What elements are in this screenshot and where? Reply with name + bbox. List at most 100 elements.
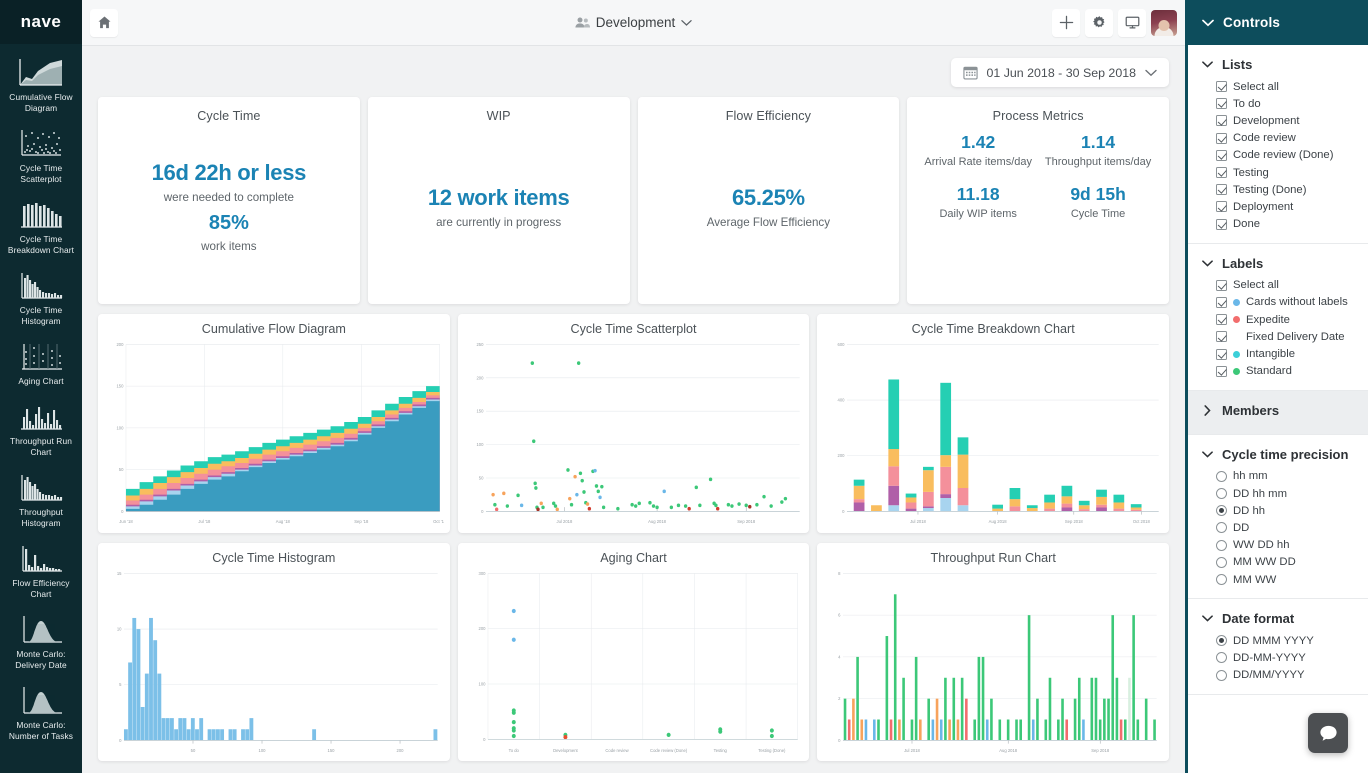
user-avatar[interactable]: [1151, 9, 1177, 36]
sidebar-item-aging-chart[interactable]: Aging Chart: [0, 334, 82, 394]
display-button[interactable]: [1118, 8, 1146, 37]
controls-section-header-cycle-time-precision[interactable]: Cycle time precision: [1188, 447, 1368, 468]
control-option-label: Intangible: [1246, 348, 1295, 361]
controls-section-header-labels[interactable]: Labels: [1188, 256, 1368, 277]
control-option[interactable]: Fixed Delivery Date: [1216, 328, 1368, 345]
checkbox-cards-without-labels[interactable]: [1216, 296, 1227, 308]
control-option[interactable]: Code review (Done): [1216, 147, 1368, 164]
control-option[interactable]: WW DD hh: [1216, 537, 1368, 554]
control-option[interactable]: Code review: [1216, 130, 1368, 147]
sidebar-item-cycle-time-histogram[interactable]: Cycle Time Histogram: [0, 263, 82, 334]
radio-dd[interactable]: [1216, 522, 1227, 534]
app-root: nave Cumulative Flow Diagram Cycle Time …: [0, 0, 1368, 773]
chart-card-cumulative-flow-diagram[interactable]: Cumulative Flow Diagram 0 50 100 150 200 Jun …: [98, 314, 450, 533]
radio-hh-mm[interactable]: [1216, 470, 1227, 482]
sidebar-item-monte-carlo-delivery-date[interactable]: Monte Carlo: Delivery Date: [0, 607, 82, 678]
bell-curve-icon: [23, 687, 62, 714]
control-option[interactable]: MM WW DD: [1216, 554, 1368, 571]
radio-dd-hh[interactable]: [1216, 505, 1227, 517]
chart-card-aging-chart[interactable]: Aging Chart 0 100 200 300 To do Development Co…: [457, 542, 810, 761]
board-selector[interactable]: Development: [514, 15, 754, 30]
sidebar-item-monte-carlo-number-of-tasks[interactable]: Monte Carlo: Number of Tasks: [0, 678, 82, 749]
radio-dd-mmm-yyyy[interactable]: [1216, 635, 1227, 647]
radio-mm-ww[interactable]: [1216, 574, 1227, 586]
add-button[interactable]: [1052, 8, 1080, 37]
checkbox-select-all[interactable]: [1216, 279, 1227, 291]
control-option[interactable]: hh mm: [1216, 468, 1368, 485]
radio-dd-mm-yyyy[interactable]: [1216, 652, 1227, 664]
checkbox-done[interactable]: [1216, 218, 1227, 230]
chart-card-throughput-run-chart[interactable]: Throughput Run Chart 0 2 4 6 8 Jul 2018 Aug 20…: [817, 542, 1170, 761]
sidebar-item-cumulative-flow-diagram[interactable]: Cumulative Flow Diagram: [0, 50, 82, 121]
controls-header[interactable]: Controls: [1188, 0, 1368, 45]
controls-title: Controls: [1223, 15, 1281, 30]
sidebar-item-throughput-histogram[interactable]: Throughput Histogram: [0, 465, 82, 536]
control-option[interactable]: DD MMM YYYY: [1216, 632, 1368, 649]
chart-card-cycle-time-histogram[interactable]: Cycle Time Histogram 0 5 10 15 50 100 150 200: [98, 542, 450, 761]
control-option[interactable]: DD-MM-YYYY: [1216, 649, 1368, 666]
control-option[interactable]: Select all: [1216, 78, 1368, 95]
radio-ww-dd-hh[interactable]: [1216, 539, 1227, 551]
control-option[interactable]: DD/MM/YYYY: [1216, 667, 1368, 684]
controls-section-header-members[interactable]: Members: [1188, 403, 1368, 424]
control-option-label: hh mm: [1233, 470, 1268, 483]
control-option[interactable]: Development: [1216, 112, 1368, 129]
control-option[interactable]: Cards without labels: [1216, 294, 1368, 311]
control-option[interactable]: Testing: [1216, 164, 1368, 181]
checkbox-fixed-delivery-date[interactable]: [1216, 331, 1227, 343]
control-option[interactable]: Deployment: [1216, 198, 1368, 215]
card-title: Process Metrics: [992, 109, 1084, 123]
sidebar-item-cycle-time-breakdown-chart[interactable]: Cycle Time Breakdown Chart: [0, 192, 82, 263]
chart-card-cycle-time-scatterplot[interactable]: Cycle Time Scatterplot 0 50 100 150 200 250 Ju…: [457, 314, 810, 533]
control-option[interactable]: Done: [1216, 216, 1368, 233]
checkbox-deployment[interactable]: [1216, 201, 1227, 213]
brand-logo[interactable]: nave: [0, 0, 82, 44]
svg-text:4: 4: [838, 654, 841, 659]
checkbox-code-review[interactable]: [1216, 132, 1227, 144]
settings-button[interactable]: [1085, 8, 1113, 37]
control-option-label: DD/MM/YYYY: [1233, 669, 1305, 682]
control-option[interactable]: Testing (Done): [1216, 181, 1368, 198]
checkbox-select-all[interactable]: [1216, 81, 1227, 93]
checkbox-testing-done-[interactable]: [1216, 184, 1227, 196]
checkbox-development[interactable]: [1216, 115, 1227, 127]
sidebar-item-flow-efficiency-chart[interactable]: Flow Efficiency Chart: [0, 536, 82, 607]
control-option[interactable]: MM WW: [1216, 571, 1368, 588]
date-range-picker[interactable]: 01 Jun 2018 - 30 Sep 2018: [950, 58, 1169, 87]
controls-section-header-date-format[interactable]: Date format: [1188, 611, 1368, 632]
chat-bubble-icon: [1319, 725, 1337, 741]
controls-section-title: Cycle time precision: [1222, 446, 1349, 462]
control-option[interactable]: DD hh mm: [1216, 485, 1368, 502]
radio-dd-hh-mm[interactable]: [1216, 488, 1227, 500]
radio-mm-ww-dd[interactable]: [1216, 556, 1227, 568]
chart-card-cycle-time-breakdown[interactable]: Cycle Time Breakdown Chart 0 200 400 600 Jul…: [817, 314, 1170, 533]
process-metric-label: Cycle Time: [1070, 208, 1126, 220]
checkbox-to-do[interactable]: [1216, 98, 1227, 110]
chat-button[interactable]: [1308, 713, 1348, 753]
checkbox-standard[interactable]: [1216, 365, 1227, 377]
sidebar-item-cycle-time-scatterplot[interactable]: Cycle Time Scatterplot: [0, 121, 82, 192]
control-option[interactable]: Intangible: [1216, 345, 1368, 362]
control-option[interactable]: DD hh: [1216, 502, 1368, 519]
svg-text:15: 15: [117, 570, 122, 575]
chevron-down-icon: [1202, 615, 1213, 622]
controls-section-header-lists[interactable]: Lists: [1188, 57, 1368, 78]
control-option[interactable]: Select all: [1216, 277, 1368, 294]
control-option[interactable]: Expedite: [1216, 311, 1368, 328]
control-option[interactable]: Standard: [1216, 363, 1368, 380]
checkbox-expedite[interactable]: [1216, 314, 1227, 326]
checkbox-code-review-done-[interactable]: [1216, 149, 1227, 161]
checkbox-testing[interactable]: [1216, 167, 1227, 179]
svg-text:Aug 2018: Aug 2018: [1000, 748, 1018, 753]
radio-dd-mm-yyyy[interactable]: [1216, 669, 1227, 681]
controls-option-list: hh mm DD hh mm DD hh DD WW DD hh MM WW DD MM W…: [1188, 468, 1368, 588]
control-option-label: MM WW DD: [1233, 556, 1296, 569]
svg-text:200: 200: [838, 453, 846, 458]
home-button[interactable]: [90, 8, 118, 37]
control-option[interactable]: DD: [1216, 519, 1368, 536]
checkbox-intangible[interactable]: [1216, 348, 1227, 360]
process-metric-label: Arrival Rate items/day: [924, 156, 1032, 168]
svg-text:Jun '18: Jun '18: [119, 519, 133, 524]
control-option[interactable]: To do: [1216, 95, 1368, 112]
sidebar-item-throughput-run-chart[interactable]: Throughput Run Chart: [0, 394, 82, 465]
